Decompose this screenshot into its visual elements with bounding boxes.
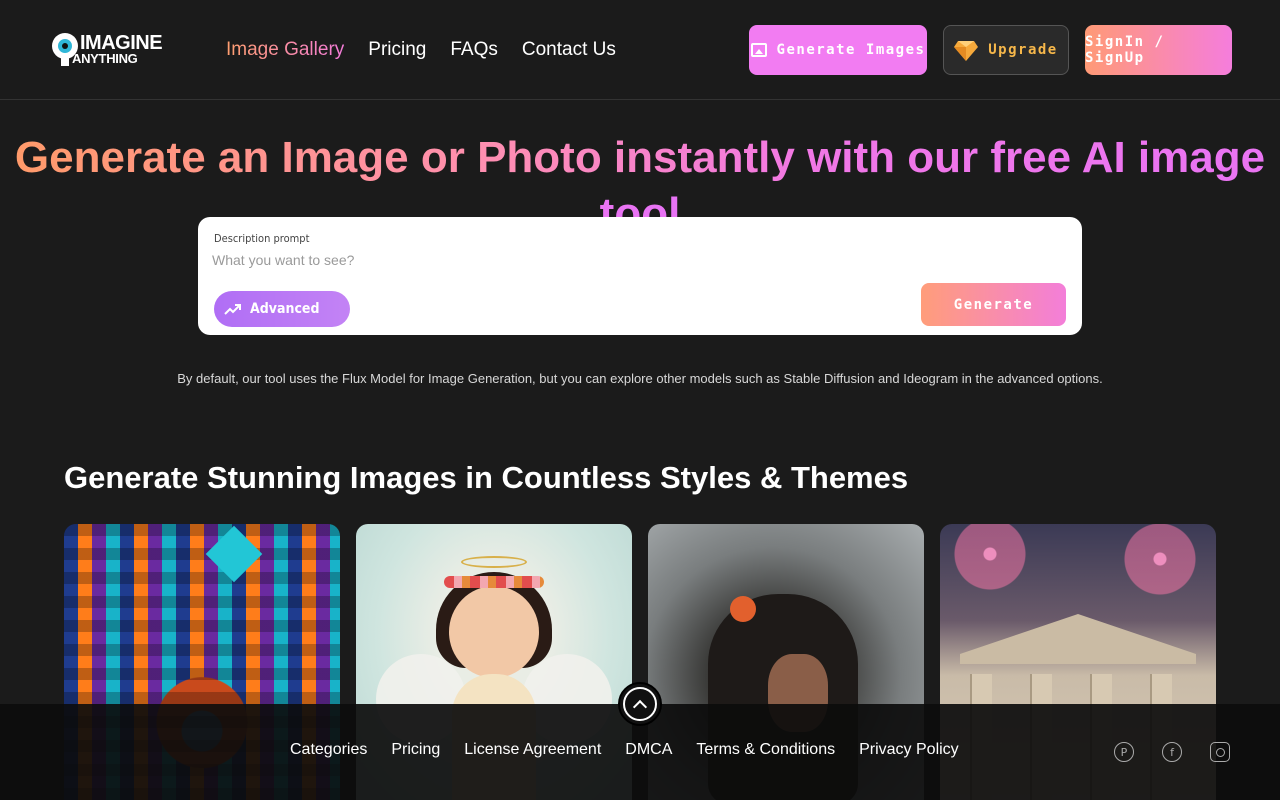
brand-name-line1: IMAGINE	[80, 32, 163, 54]
brand-logo[interactable]: IMAGINE ANYTHING	[52, 30, 163, 70]
upgrade-button[interactable]: Upgrade	[943, 25, 1069, 75]
footer-link-license-agreement[interactable]: License Agreement	[464, 741, 601, 759]
pinterest-icon[interactable]: P	[1114, 742, 1134, 762]
footer-link-dmca[interactable]: DMCA	[625, 741, 672, 759]
trending-up-icon	[224, 304, 241, 315]
upgrade-label: Upgrade	[988, 42, 1058, 58]
footer-link-privacy[interactable]: Privacy Policy	[859, 741, 959, 759]
prompt-input[interactable]	[212, 249, 912, 271]
advanced-label: Advanced	[250, 301, 320, 317]
prompt-label: Description prompt	[214, 232, 310, 245]
footer-link-categories[interactable]: Categories	[290, 741, 367, 759]
hair-flower	[730, 596, 756, 622]
scroll-top-ring	[623, 687, 657, 721]
flower-crown	[444, 576, 544, 588]
gallery-section-title: Generate Stunning Images in Countless St…	[64, 460, 909, 495]
nav-faqs[interactable]: FAQs	[450, 36, 498, 64]
chevron-up-icon	[632, 699, 648, 714]
logo-stem	[61, 58, 69, 66]
halo	[461, 556, 527, 568]
image-icon	[750, 43, 767, 57]
footer-links: Categories Pricing License Agreement DMC…	[290, 741, 959, 759]
main-nav: Image Gallery Pricing FAQs Contact Us	[226, 36, 616, 64]
brand-name-line2: ANYTHING	[72, 51, 138, 66]
scroll-to-top-button[interactable]	[618, 682, 662, 726]
gem-icon	[954, 41, 979, 61]
generate-images-button[interactable]: Generate Images	[749, 25, 927, 75]
facebook-icon[interactable]: f	[1162, 742, 1182, 762]
prompt-card: Description prompt Advanced Generate	[198, 217, 1082, 335]
advanced-button[interactable]: Advanced	[214, 291, 350, 327]
generate-button[interactable]: Generate	[921, 283, 1066, 326]
model-note: By default, our tool uses the Flux Model…	[177, 371, 1103, 386]
generate-images-label: Generate Images	[776, 42, 926, 58]
nav-contact-us[interactable]: Contact Us	[522, 36, 616, 64]
site-header: IMAGINE ANYTHING Image Gallery Pricing F…	[0, 0, 1280, 100]
nav-image-gallery[interactable]: Image Gallery	[226, 36, 344, 64]
firework	[950, 524, 1030, 594]
signin-signup-button[interactable]: SignIn / SignUp	[1085, 25, 1232, 75]
signin-signup-label: SignIn / SignUp	[1085, 34, 1165, 66]
footer-link-pricing[interactable]: Pricing	[391, 741, 440, 759]
temple-roof	[960, 614, 1196, 664]
nav-pricing[interactable]: Pricing	[368, 36, 426, 64]
angel-face	[449, 586, 539, 678]
firework	[1120, 524, 1200, 599]
footer-link-terms[interactable]: Terms & Conditions	[696, 741, 835, 759]
instagram-icon[interactable]	[1210, 742, 1230, 762]
